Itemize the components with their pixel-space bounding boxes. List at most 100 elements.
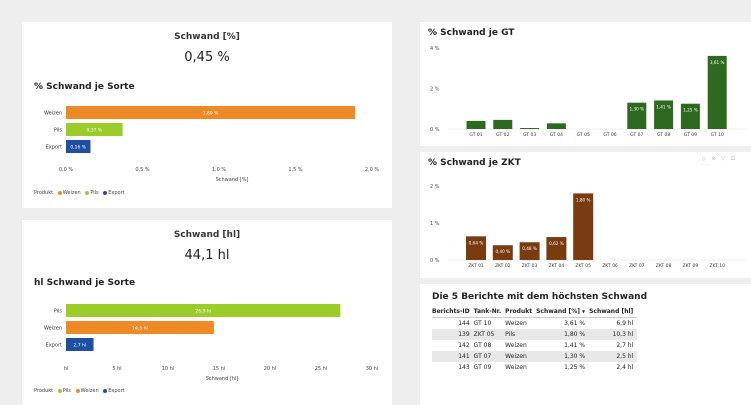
gt-data-label: 1,30 % [629,107,644,112]
table-cell: 1,30 % [536,351,590,362]
visual-header-icons[interactable]: ◇ ⊘ ▽ ⊡ ··· [702,156,751,168]
legend-dot-export [103,388,108,393]
pct-sorte-data-label: 1,89 % [203,111,219,117]
table-cell: 2,7 hl [616,342,634,349]
legend-item-weizen: Weizen [80,388,99,394]
gt-bar [520,127,540,129]
gt-bar [707,55,727,129]
gt-xtick: GT 01 [469,132,482,138]
zkt-xtick: ZKT 02 [495,263,511,269]
hl-sorte-ylabel: Pils [54,309,63,315]
legend-item-weizen: Weizen [62,190,81,196]
legend-title: Produkt [34,190,54,196]
chart-pct-sorte-title: % Schwand je Sorte [34,82,135,92]
table-cell: 139 [432,329,474,340]
gt-bar [546,123,566,129]
chart-hl-sorte-title: hl Schwand je Sorte [34,278,136,288]
table-cell: 1,80 % [536,329,590,340]
col-schwand-hl[interactable]: Schwand [hl] [589,308,638,318]
zkt-bar [573,193,594,260]
gt-xtick: GT 10 [711,132,724,138]
hl-sorte-xtick: 10 hl [162,366,175,372]
table-cell: GT 07 [473,351,506,362]
gt-xtick: GT 08 [657,132,670,138]
col-schwand-pct[interactable]: Schwand [%] ▼ [536,308,590,318]
gt-data-label: 3,61 % [710,60,725,65]
sort-desc-icon: ▼ [581,309,586,314]
chart-zkt-title: % Schwand je ZKT [428,158,521,168]
col-tank-nr[interactable]: Tank-Nr. [473,308,506,318]
pct-sorte-xtick: 2,0 % [365,167,380,173]
table-cell: 2,4 hl [616,364,634,371]
zkt-xtick: ZKT 09 [683,263,699,269]
hl-sorte-ylabel: Export [46,343,62,349]
hl-sorte-xtick: 15 hl [213,366,226,372]
col-produkt[interactable]: Produkt [505,308,537,318]
table-cell: ZKT 05 [473,329,506,340]
legend-item-pils: Pils [90,190,99,196]
zkt-xtick: ZKT 04 [549,263,565,269]
zkt-data-label: 1,80 % [576,197,591,202]
zkt-data-label: 0,64 % [469,240,484,245]
zkt-xtick: ZKT 08 [656,263,672,269]
zkt-xtick: ZKT 06 [602,263,618,269]
pct-sorte-xtick: 1,0 % [212,167,227,173]
chart-pct-sorte-xlabel: Schwand [%] [215,177,249,183]
legend-dot-export [103,190,108,195]
legend-pct-sorte: Produkt Weizen Pils Export [34,190,125,196]
zkt-ytick: 0 % [430,258,440,264]
table-cell: 1,25 % [564,364,586,371]
table-row[interactable]: 142 GT 08 Weizen 1,41 % 2,7 hl [432,340,637,351]
pct-sorte-ylabel: Export [46,145,62,151]
table-cell: 2,5 hl [589,351,638,362]
gt-xtick: GT 09 [684,132,697,138]
table-header-row: Berichts-ID Tank-Nr. Produkt Schwand [%]… [432,308,638,318]
gt-bar [493,119,513,129]
table-cell: Weizen [505,351,537,362]
table-cell: GT 09 [473,364,492,371]
gt-xtick: GT 07 [630,132,643,138]
hl-sorte-xtick: 25 hl [315,366,328,372]
table-cell: Weizen [505,342,527,349]
hl-sorte-ylabel: Weizen [44,326,62,332]
card-schwand-percent: Schwand [%] 0,45 % % Schwand je Sorte We… [22,22,392,208]
legend-dot-pils [85,190,90,195]
zkt-data-label: 0,40 % [495,249,510,254]
col-schwand-pct-label: Schwand [%] [536,308,580,315]
zkt-data-label: 0,62 % [549,241,564,246]
col-berichts-id[interactable]: Berichts-ID [432,308,474,318]
hl-sorte-xtick: 5 hl [112,366,121,372]
table-cell: 141 [432,351,474,362]
gt-xtick: GT 06 [603,132,616,138]
legend-dot-weizen [57,190,62,195]
zkt-xtick: ZKT 10 [709,263,725,269]
table-row[interactable]: 144 GT 10 Weizen 3,61 % 6,9 hl [432,318,637,330]
legend-dot-pils [57,388,62,393]
chart-zkt: 2 % 1 % 0 % 0,64 % ZKT 01 0,40 % ZKT 02 0,48 % Z… [430,184,746,269]
table-cell: 144 [458,320,470,327]
legend-item-export: Export [108,388,125,394]
table-cell: GT 08 [473,342,492,349]
card-schwand-hl: Schwand [hl] 44,1 hl hl Schwand je Sorte… [22,220,392,405]
legend-item-pils: Pils [62,388,72,394]
gt-bar [466,120,486,129]
table-row[interactable]: 141 GT 07 Weizen 1,30 % 2,5 hl [432,351,638,362]
zkt-xtick: ZKT 01 [468,263,484,269]
gt-ytick: 0 % [430,127,440,133]
hl-sorte-data-label: 26,9 hl [195,309,211,315]
card-schwand-zkt: % Schwand je ZKT ◇ ⊘ ▽ ⊡ ··· 2 % 1 % 0 % 0,… [420,152,751,278]
zkt-xtick: ZKT 03 [522,263,538,269]
gt-xtick: GT 04 [550,132,563,138]
pct-sorte-data-label: 0,37 % [86,128,102,134]
pct-sorte-ylabel: Pils [54,128,63,134]
card-schwand-gt: % Schwand je GT 4 % 2 % 0 % GT 01 GT 02 GT 03… [420,22,751,146]
zkt-xtick: ZKT 05 [575,263,591,269]
table-cell: Weizen [505,364,527,371]
kpi-hl-title: Schwand [hl] [173,230,241,240]
pct-sorte-xtick: 0,5 % [135,167,150,173]
table-top5: Berichts-ID Tank-Nr. Produkt Schwand [%]… [432,308,638,373]
chart-hl-sorte-xlabel: Schwand [hl] [205,376,239,382]
gt-xtick: GT 05 [577,132,590,138]
table-row[interactable]: 139 ZKT 05 Pils 1,80 % 10,3 hl [432,329,638,340]
table-row[interactable]: 143 GT 09 Weizen 1,25 % 2,4 hl [432,362,637,373]
